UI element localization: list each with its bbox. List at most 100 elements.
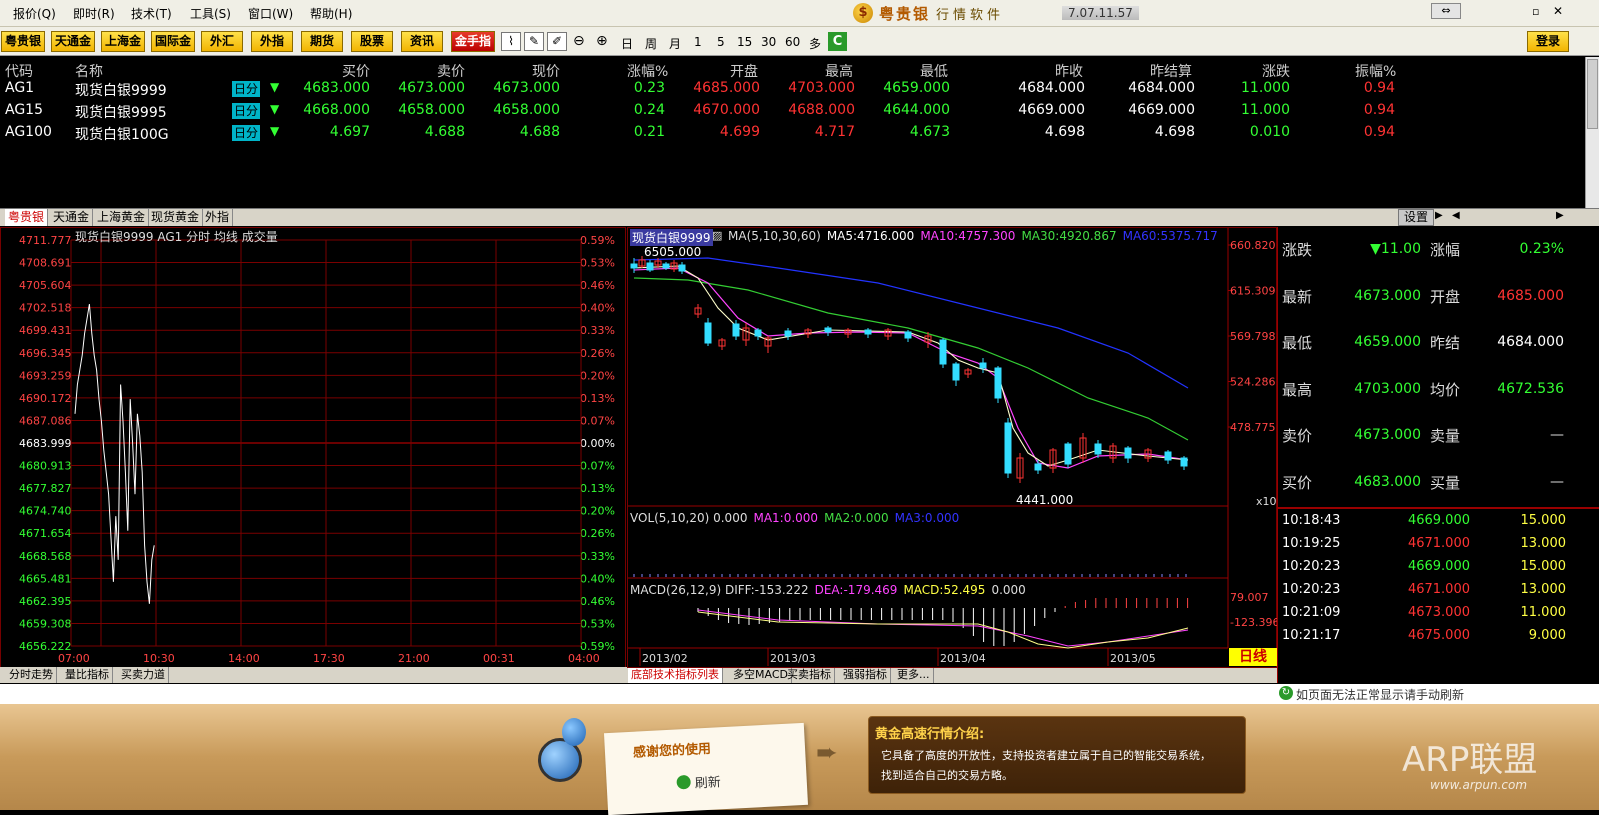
market-button-intl-gold[interactable]: 国际金	[151, 31, 195, 52]
tab-macd[interactable]: 多空MACD	[730, 667, 792, 683]
period-week[interactable]: 周	[645, 35, 657, 52]
bottom-tab-bar: 分时走势 量比指标 买卖力道 底部技术指标列表 多空MACD 买卖指标 强弱指标…	[0, 667, 1277, 683]
day-minute-tag[interactable]: 日分	[232, 125, 261, 141]
cell-buy: 4683.000	[303, 80, 370, 96]
cell-pct: 0.23	[633, 80, 665, 96]
vol-legend: VOL(5,10,20) 0.000 MA1:0.000 MA2:0.000 MA3:…	[630, 511, 965, 525]
market-button-news[interactable]: 资讯	[401, 31, 443, 52]
quote-scrollbar[interactable]	[1585, 57, 1599, 209]
period-60min[interactable]: 60	[785, 35, 800, 49]
tab-spot-gold[interactable]: 现货黄金	[148, 209, 204, 226]
restore-size-button[interactable]: ⇔	[1431, 3, 1461, 19]
refresh-ad-icon[interactable]	[676, 774, 692, 790]
legend-item: VOL(5,10,20) 0.000	[630, 511, 748, 525]
menu-tech[interactable]: 技术(T)	[131, 5, 172, 22]
menu-tools[interactable]: 工具(S)	[190, 5, 231, 22]
price-axis-tick: 660.820	[1230, 239, 1276, 252]
legend-item: MA30:4920.867	[1021, 229, 1117, 243]
market-button-yuegui[interactable]: 粤贵银	[1, 31, 45, 52]
cell-buy: 4668.000	[303, 102, 370, 118]
cell-prev-settle: 4.698	[1154, 124, 1195, 140]
summary-label: 昨结	[1430, 334, 1461, 352]
summary-value: 4683.000	[1354, 473, 1421, 490]
period-badge[interactable]: 日线	[1229, 648, 1277, 666]
quote-row[interactable]: AG15 现货白银9995 4668.000 4658.000 4658.000 0.24…	[0, 100, 1585, 122]
golden-finger-button[interactable]: 金手指	[451, 31, 495, 52]
tick-volume: 9.000	[1528, 628, 1566, 643]
quote-row[interactable]: AG100 现货白银100G 4.697 4.688 4.688 0.21 4.699 4.7…	[0, 122, 1585, 144]
market-button-futures[interactable]: 期货	[301, 31, 343, 52]
close-button[interactable]: ✕	[1553, 4, 1563, 18]
settings-button[interactable]: 设置	[1398, 209, 1434, 226]
tab-index[interactable]: 外指	[202, 209, 234, 226]
menu-help[interactable]: 帮助(H)	[310, 5, 352, 22]
period-month[interactable]: 月	[669, 35, 681, 52]
tab-intraday-trend[interactable]: 分时走势	[6, 667, 57, 683]
scroll-thumb[interactable]	[1587, 59, 1598, 129]
menu-window[interactable]: 窗口(W)	[248, 5, 293, 22]
hscroll-right-icon[interactable]: ▶	[1556, 210, 1564, 221]
tab-scroll-right-icon[interactable]: ▶	[1435, 210, 1443, 221]
refresh-small-icon[interactable]: ↻	[1279, 686, 1293, 700]
hscroll-left-icon[interactable]: ◀	[1452, 210, 1460, 221]
refresh-icon[interactable]: C	[828, 32, 847, 51]
time-tick: 04:00	[568, 652, 600, 665]
period-5min[interactable]: 5	[717, 35, 725, 49]
cell-price: 4.688	[519, 124, 560, 140]
summary-label: 涨跌	[1282, 241, 1313, 259]
tab-yuegui[interactable]: 粤贵银	[5, 209, 49, 226]
pct-tick: 0.07%	[580, 460, 615, 473]
summary-label: 均价	[1430, 380, 1461, 399]
chart-line-icon[interactable]: ⌇	[501, 32, 521, 51]
tab-indicator-list[interactable]: 底部技术指标列表	[628, 667, 723, 683]
tab-volume-ratio[interactable]: 量比指标	[62, 667, 113, 683]
menu-realtime[interactable]: 即时(R)	[73, 5, 115, 22]
tab-strength-indicator[interactable]: 强弱指标	[840, 667, 891, 683]
period-1min[interactable]: 1	[694, 35, 702, 49]
kline-chart[interactable]: 660.820 615.309 569.798 524.286 478.775 x10 79…	[627, 227, 1278, 668]
market-button-forex[interactable]: 外汇	[201, 31, 243, 52]
pen-icon[interactable]: ✐	[547, 32, 567, 51]
pct-tick: 0.07%	[580, 414, 615, 427]
market-tab-bar: 粤贵银 天通金 上海黄金 现货黄金 外指 设置 ▶ ◀ ▶	[0, 208, 1599, 226]
legend-item: MACD(26,12,9) DIFF:-153.222	[630, 583, 809, 597]
day-minute-tag[interactable]: 日分	[232, 103, 261, 119]
market-button-stocks[interactable]: 股票	[351, 31, 393, 52]
tab-shanghai-gold[interactable]: 上海黄金	[94, 209, 150, 226]
cell-high: 4703.000	[788, 80, 855, 96]
price-axis-tick: 478.775	[1230, 421, 1276, 434]
market-button-index[interactable]: 外指	[251, 31, 293, 52]
period-day[interactable]: 日	[621, 35, 633, 52]
ad-refresh-link[interactable]: 刷新	[694, 771, 721, 791]
zoom-out-icon[interactable]: ⊖	[573, 33, 585, 49]
period-multi[interactable]: 多	[809, 35, 821, 52]
quote-row[interactable]: AG1 现货白银9999 4683.000 4673.000 4673.000 0.23 4…	[0, 78, 1585, 100]
price-tick: 4671.654	[19, 527, 72, 540]
tab-buy-sell-indicator[interactable]: 买卖指标	[784, 667, 835, 683]
period-15min[interactable]: 15	[737, 35, 752, 49]
window-restore-button[interactable]: ▫	[1532, 5, 1539, 18]
draw-tool-icon[interactable]: ✎	[524, 32, 544, 51]
tab-tiantong[interactable]: 天通金	[50, 209, 94, 226]
market-button-tiantong[interactable]: 天通金	[51, 31, 95, 52]
tab-more[interactable]: 更多...	[894, 667, 934, 683]
price-tick: 4687.086	[19, 414, 72, 427]
period-30min[interactable]: 30	[761, 35, 776, 49]
candle-body	[1164, 451, 1172, 461]
tab-buy-sell-power[interactable]: 买卖力道	[118, 667, 169, 683]
quote-table: 代码 名称 买价 卖价 现价 涨幅% 开盘 最高 最低 昨收 昨结算 涨跌 振幅…	[0, 57, 1585, 209]
legend-item: MA60:5375.717	[1122, 229, 1218, 243]
macd-legend: MACD(26,12,9) DIFF:-153.222 DEA:-179.469 M…	[630, 583, 1032, 597]
refresh-notice[interactable]: 如页面无法正常显示请手动刷新	[1296, 686, 1464, 703]
ad-banner: 感谢您的使用 刷新 ➨ 黄金高速行情介绍: 它具备了高度的开放性，支持投资者建立…	[0, 704, 1599, 815]
market-button-shanghai[interactable]: 上海金	[101, 31, 145, 52]
kline-svg: 660.820 615.309 569.798 524.286 478.775 x10 79…	[628, 228, 1278, 666]
day-minute-tag[interactable]: 日分	[232, 81, 261, 97]
ma-toggle-icon[interactable]: ▨	[712, 229, 722, 242]
intraday-chart[interactable]: 4711.777 0.59% 4708.691 0.53% 4705.604 0.46% 4…	[0, 227, 626, 668]
pct-tick: 0.00%	[580, 437, 615, 450]
login-button[interactable]: 登录	[1527, 31, 1569, 52]
zoom-in-icon[interactable]: ⊕	[596, 33, 608, 49]
cell-high: 4688.000	[788, 102, 855, 118]
menu-quote[interactable]: 报价(Q)	[13, 5, 56, 22]
